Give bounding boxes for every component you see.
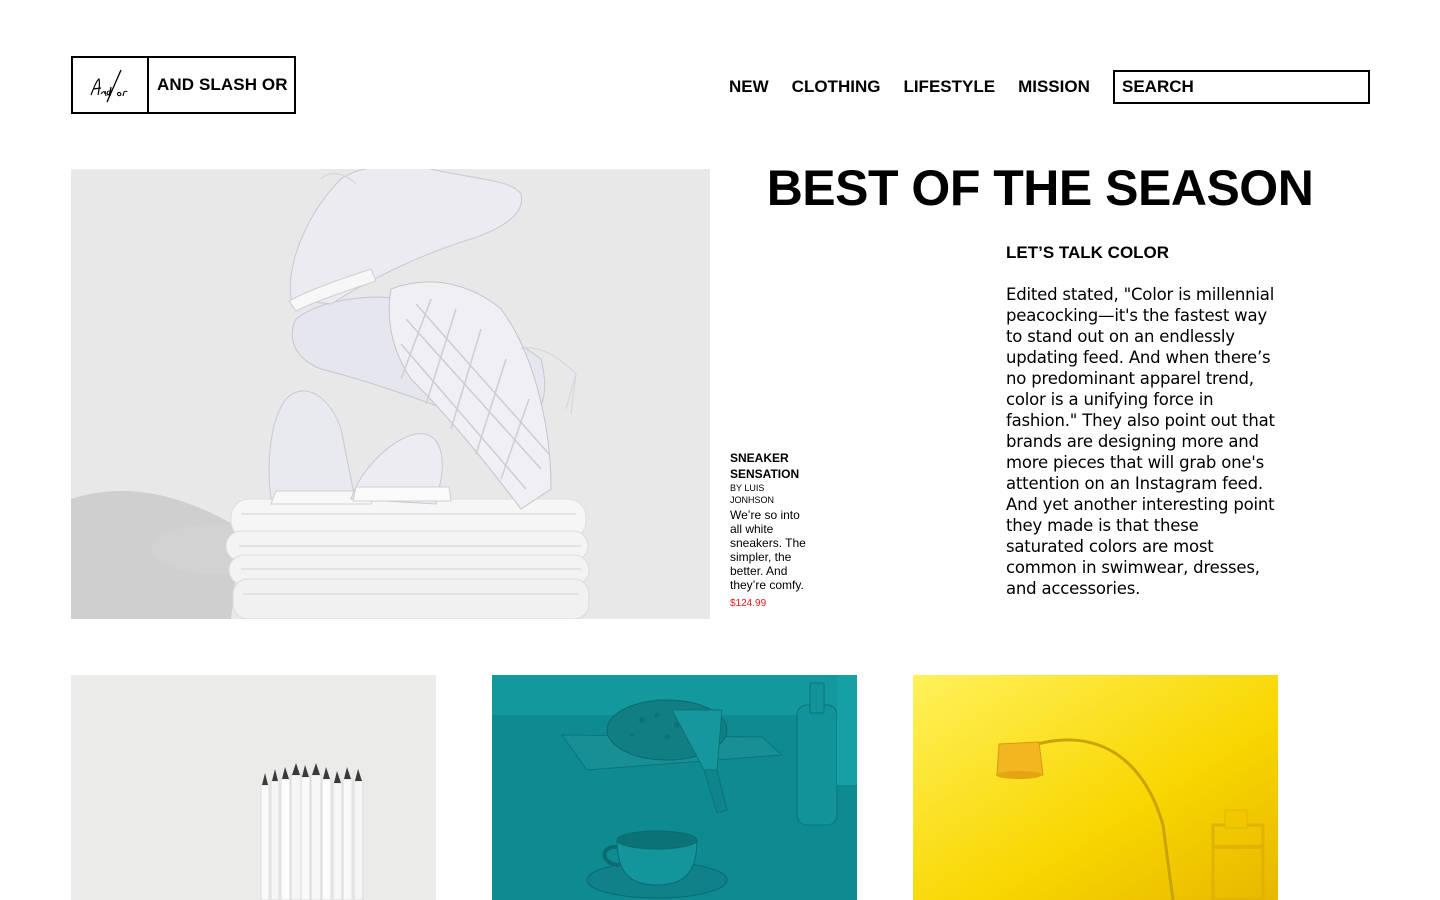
yellow-lamp-illustration (913, 675, 1278, 900)
product-description: We’re so into all white sneakers. The si… (730, 508, 806, 592)
logo-signature-icon (90, 69, 128, 103)
tile-yellow-lamp[interactable] (913, 675, 1278, 900)
article-title[interactable]: LET’S TALK COLOR (1006, 242, 1278, 264)
brand-name: AND SLASH OR (157, 75, 288, 94)
tile-pencils[interactable] (71, 675, 436, 900)
search-input[interactable] (1113, 70, 1370, 104)
nav-item-new[interactable]: NEW (729, 76, 769, 98)
sneakers-illustration (71, 169, 710, 619)
article-body: Edited stated, "Color is millennial peac… (1006, 285, 1275, 598)
tile-teal-still-life[interactable] (492, 675, 857, 900)
teal-still-life-illustration (492, 675, 857, 900)
product-price: $124.99 (730, 598, 767, 609)
product-card[interactable]: SNEAKER SENSATION BY LUIS JONHSON We’re … (730, 450, 806, 609)
product-author: BY LUIS JONHSON (730, 483, 775, 505)
main-nav: NEW CLOTHING LIFESTYLE MISSION (729, 76, 1090, 98)
page: AND SLASH OR NEW CLOTHING LIFESTYLE MISS… (0, 0, 1440, 900)
hero-title: BEST OF THE SEASON (766, 160, 1314, 216)
product-name[interactable]: SNEAKER SENSATION (730, 450, 806, 482)
article: LET’S TALK COLOR Edited stated, "Color i… (1006, 242, 1278, 599)
brand-logo[interactable]: AND SLASH OR (71, 56, 296, 114)
nav-item-mission[interactable]: MISSION (1018, 76, 1090, 98)
hero-image[interactable] (71, 169, 710, 619)
nav-item-lifestyle[interactable]: LIFESTYLE (903, 76, 995, 98)
nav-item-clothing[interactable]: CLOTHING (792, 76, 881, 98)
logo-mark (73, 58, 149, 112)
pencils-illustration (71, 675, 436, 900)
